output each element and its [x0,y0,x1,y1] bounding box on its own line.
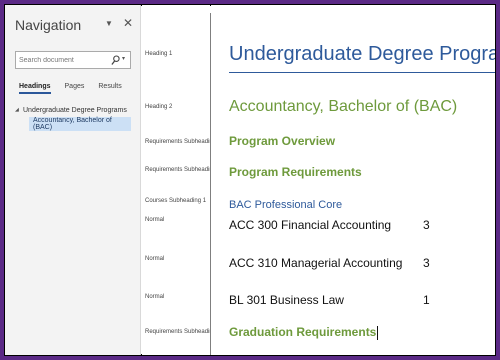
text-cursor [377,325,379,340]
tree-item-label: Accountancy, Bachelor of (BAC) [33,117,112,131]
style-label: Normal [145,294,165,300]
graduation-requirements-heading[interactable]: Graduation Requirements [229,325,379,340]
style-label: Requirements Subheading [145,329,217,335]
style-label: Requirements Subheading [145,167,217,173]
graduation-requirements-text: Graduation Requirements [229,325,377,339]
navigation-pane: Navigation ▼ ✕ ▾ Headings Pages Results … [5,5,141,355]
tab-headings[interactable]: Headings [19,83,51,94]
word-window: Navigation ▼ ✕ ▾ Headings Pages Results … [4,4,496,356]
course-name: ACC 300 Financial Accounting [229,218,392,232]
headings-tree: ◢ Undergraduate Degree Programs Accounta… [15,103,131,131]
search-icon[interactable] [111,55,120,66]
tree-item-undergraduate-degree-programs[interactable]: ◢ Undergraduate Degree Programs [15,103,131,117]
tab-pages[interactable]: Pages [65,83,85,94]
program-overview-heading[interactable]: Program Overview [229,134,335,148]
tree-item-label: Undergraduate Degree Programs [23,106,127,114]
tab-results[interactable]: Results [98,83,121,94]
close-icon[interactable]: ✕ [123,16,133,30]
style-label: Requirements Subheading [145,139,217,145]
course-name: ACC 310 Managerial Accounting [229,256,403,270]
style-label: Heading 2 [145,104,173,110]
course-name: BL 301 Business Law [229,293,344,307]
collapse-triangle-icon[interactable]: ◢ [15,107,23,113]
courses-subheading[interactable]: BAC Professional Core [229,199,342,211]
navigation-pane-title: Navigation [15,17,82,33]
nav-tabs: Headings Pages Results [19,83,122,94]
search-box[interactable]: ▾ [15,51,131,69]
search-input[interactable] [19,54,107,67]
style-label: Courses Subheading 1 [145,198,207,204]
style-label: Normal [145,217,165,223]
style-label: Heading 1 [145,51,173,57]
course-credits: 3 [423,218,430,232]
heading-1[interactable]: Undergraduate Degree Programs [229,43,495,66]
tree-item-accountancy-bac[interactable]: Accountancy, Bachelor of (BAC) [29,117,131,131]
document-body[interactable]: Undergraduate Degree Programs Accountanc… [211,5,495,355]
program-requirements-heading[interactable]: Program Requirements [229,165,362,179]
style-area: Heading 1 Heading 2 Requirements Subhead… [142,5,216,355]
course-credits: 3 [423,256,430,270]
heading-1-rule [229,72,495,73]
course-credits: 1 [423,293,430,307]
style-label: Normal [145,256,165,262]
heading-2[interactable]: Accountancy, Bachelor of (BAC) [229,98,457,116]
pane-options-icon[interactable]: ▼ [105,19,113,28]
chevron-down-icon[interactable]: ▾ [122,55,125,62]
